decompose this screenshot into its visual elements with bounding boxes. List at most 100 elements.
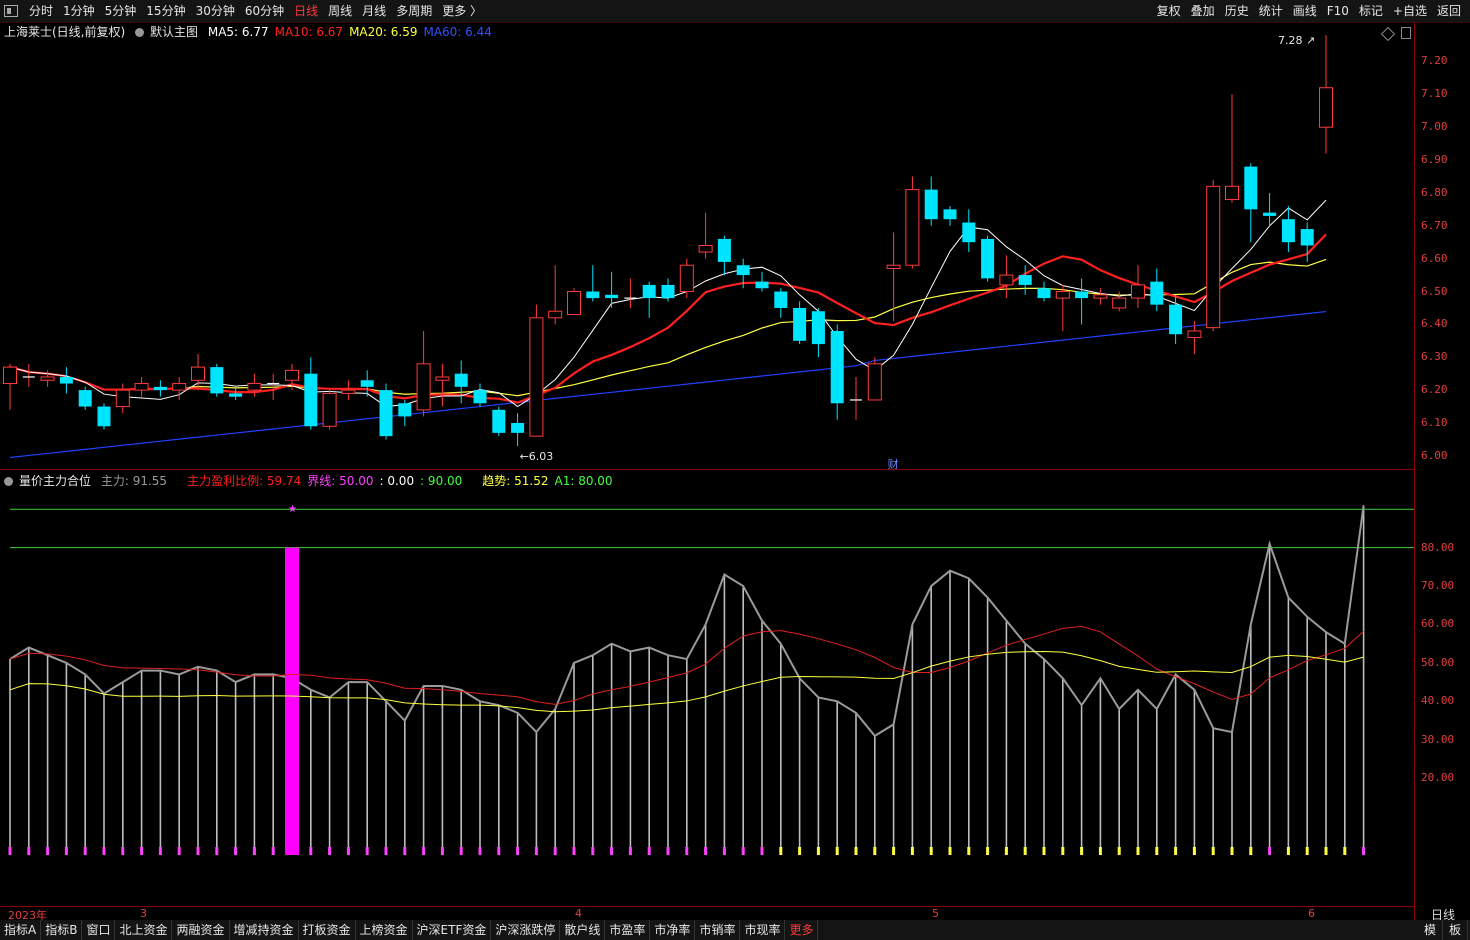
period-tab[interactable]: 分时 <box>24 0 58 22</box>
toolbar-button[interactable]: 返回 <box>1432 0 1466 22</box>
indicator-axis-label: 40.00 <box>1421 694 1455 708</box>
signal-tick <box>1268 847 1272 855</box>
signal-tick <box>967 847 971 855</box>
signal-tick <box>328 847 332 855</box>
toolbar-button[interactable]: F10 <box>1322 0 1354 22</box>
up-candle <box>285 369 299 381</box>
period-tab[interactable]: 30分钟 <box>191 0 240 22</box>
bottom-tab[interactable]: 增减持资金 <box>230 920 299 940</box>
panel-toggle-icon[interactable] <box>1401 27 1411 39</box>
candlestick-chart[interactable]: 7.28 ↗ ←6.03 财 <box>0 22 1414 469</box>
signal-tick <box>854 847 858 855</box>
signal-tick <box>798 847 802 855</box>
toolbar-button[interactable]: 复权 <box>1152 0 1186 22</box>
bottom-tab[interactable]: 市现率 <box>740 920 786 940</box>
template-name[interactable]: 默认主图 <box>150 25 198 39</box>
period-tab[interactable]: 日线 <box>289 0 323 22</box>
bottom-tab[interactable]: 市盈率 <box>605 920 651 940</box>
ma-label: MA10: 6.67 <box>274 25 344 39</box>
signal-tick <box>422 847 426 855</box>
toolbar-button[interactable]: 标记 <box>1354 0 1388 22</box>
down-candle <box>830 330 844 404</box>
bottom-tab[interactable]: 北上资金 <box>115 920 173 940</box>
star-marker: ★ <box>288 504 297 515</box>
period-tab[interactable]: 多周期 <box>391 0 437 22</box>
period-tab[interactable]: 5分钟 <box>100 0 142 22</box>
up-candle <box>529 317 544 437</box>
up-candle <box>679 264 694 293</box>
window-icon[interactable] <box>4 5 18 17</box>
up-candle <box>1206 185 1221 329</box>
high-price-label: 7.28 ↗ <box>1278 34 1315 47</box>
signal-tick <box>140 847 144 855</box>
period-tab[interactable]: 60分钟 <box>240 0 289 22</box>
down-candle <box>943 209 957 220</box>
toolbar-button[interactable]: +自选 <box>1388 0 1432 22</box>
toolbar-button[interactable]: 历史 <box>1220 0 1254 22</box>
bottom-tab[interactable]: 指标B <box>41 920 83 940</box>
period-tab[interactable]: 月线 <box>357 0 391 22</box>
toolbar-button[interactable]: 统计 <box>1254 0 1288 22</box>
signal-tick <box>478 847 482 855</box>
down-candle <box>661 284 675 299</box>
ma-label: MA20: 6.59 <box>349 25 418 39</box>
signal-tick <box>1192 847 1196 855</box>
date-label: 5 <box>932 907 939 920</box>
price-axis-label: 6.10 <box>1421 415 1448 429</box>
indicator-chart[interactable]: ★ <box>0 470 1414 906</box>
indicator-name[interactable]: 量价主力合位 <box>19 474 91 488</box>
bottom-tab[interactable]: 更多 <box>785 920 819 940</box>
signal-tick <box>1343 847 1347 855</box>
top-toolbar: 分时 1分钟 5分钟 15分钟 30分钟 60分钟 日线 周线 月线 多周期 更多 〉 复权 叠加 历史… <box>0 0 1470 23</box>
bottom-tab[interactable]: 散户线 <box>560 920 606 940</box>
down-candle <box>304 373 318 427</box>
price-axis: 7.20 7.10 7.00 6.90 6.80 6.70 6.60 6.50 6.40 6.30… <box>1414 22 1470 906</box>
price-axis-label: 6.40 <box>1421 317 1448 331</box>
signal-tick <box>46 847 50 855</box>
bottom-tab[interactable]: 两融资金 <box>172 920 230 940</box>
period-tab[interactable]: 周线 <box>323 0 357 22</box>
bottom-tab[interactable]: 市销率 <box>695 920 741 940</box>
bottom-tab[interactable]: 窗口 <box>82 920 116 940</box>
bottom-tab[interactable]: 沪深ETF资金 <box>413 920 492 940</box>
signal-tick <box>1305 847 1309 855</box>
ma-label: MA5: 6.77 <box>207 25 269 39</box>
period-tab[interactable]: 15分钟 <box>141 0 190 22</box>
signal-tick <box>835 847 839 855</box>
bottom-tab[interactable]: 打板资金 <box>299 920 356 940</box>
up-candle <box>247 383 262 391</box>
price-axis-label: 6.50 <box>1421 284 1448 298</box>
toolbar-button[interactable]: 叠加 <box>1186 0 1220 22</box>
date-label: 4 <box>575 907 582 920</box>
period-tab[interactable]: 1分钟 <box>58 0 100 22</box>
signal-tick <box>121 847 125 855</box>
indicator-settings-icon[interactable] <box>4 477 13 486</box>
signal-tick <box>516 847 520 855</box>
down-candle <box>924 189 938 220</box>
settings-icon[interactable] <box>135 28 145 37</box>
signal-tick <box>986 847 990 855</box>
bottom-tab[interactable]: 指标A <box>0 920 42 940</box>
signal-tick <box>196 847 200 855</box>
bottom-tab[interactable]: 上榜资金 <box>356 920 413 940</box>
down-candle <box>981 238 995 279</box>
bottom-right-button[interactable]: 模 <box>1418 920 1443 940</box>
price-chart-panel: 7.28 ↗ ←6.03 财 上海莱士(日线,前复权) 默认主图 MA5: 6.77… <box>0 22 1414 470</box>
up-candle <box>322 392 337 427</box>
indicator-panel: ★ 量价主力合位 主力: 91.55 主力盈利比例: 59.74 界线: 50.00… <box>0 470 1414 906</box>
up-candle <box>191 366 205 381</box>
up-candle <box>435 376 450 381</box>
signal-tick <box>1080 847 1084 855</box>
bottom-right-button[interactable]: 板 <box>1443 920 1468 940</box>
bottom-tab[interactable]: 沪深涨跌停 <box>491 920 561 940</box>
period-label: 日线 <box>1414 906 1470 922</box>
indicator-axis-label: 30.00 <box>1421 732 1455 746</box>
stock-title[interactable]: 上海莱士(日线,前复权) <box>4 25 125 39</box>
bottom-tab[interactable]: 市净率 <box>650 920 696 940</box>
period-tab[interactable]: 更多 〉 <box>437 0 487 22</box>
up-candle <box>3 366 17 385</box>
signal-tick <box>64 847 68 855</box>
indicator-value: A1: 80.00 <box>554 474 613 488</box>
signal-tick <box>1023 847 1027 855</box>
toolbar-button[interactable]: 画线 <box>1288 0 1322 22</box>
